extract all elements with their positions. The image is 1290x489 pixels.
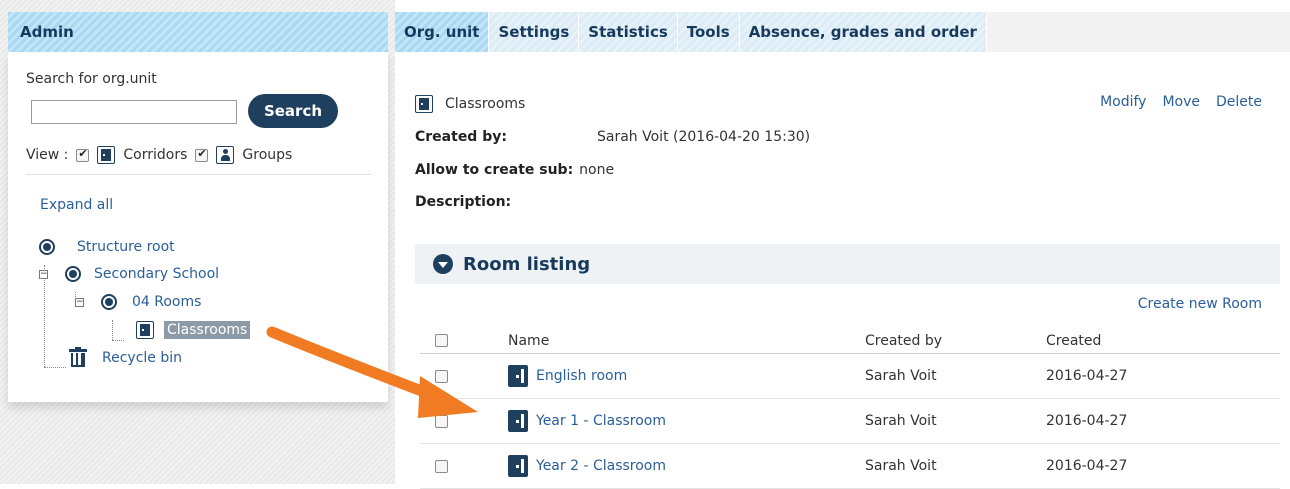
delete-link[interactable]: Delete — [1216, 94, 1262, 110]
row-checkbox[interactable] — [435, 414, 448, 428]
tree-item-label: Structure root — [77, 239, 175, 255]
tree-item-label: Recycle bin — [102, 350, 182, 366]
table-header: Name Created by Created — [420, 328, 1280, 354]
table-row: Year 1 - Classroom Sarah Voit 2016-04-27 — [420, 399, 1280, 444]
tree-item-04-rooms[interactable]: − 04 Rooms — [75, 294, 201, 310]
column-created[interactable]: Created — [1046, 328, 1101, 353]
description-row: Description: — [415, 194, 511, 210]
tab-statistics[interactable]: Statistics — [579, 12, 678, 52]
room-listing-header[interactable]: Room listing — [415, 244, 1280, 284]
create-new-room-link[interactable]: Create new Room — [1138, 296, 1262, 312]
door-icon — [136, 321, 154, 339]
tree-item-structure-root[interactable]: Structure root — [39, 239, 175, 255]
tree-item-classrooms[interactable]: Classrooms — [136, 321, 251, 339]
trash-icon — [69, 347, 87, 368]
search-button[interactable]: Search — [248, 94, 338, 128]
divider — [26, 174, 371, 175]
tab-tools[interactable]: Tools — [677, 12, 740, 52]
move-link[interactable]: Move — [1162, 94, 1200, 110]
node-icon — [65, 266, 81, 282]
unit-actions: Modify Move Delete — [1100, 94, 1262, 110]
column-name[interactable]: Name — [508, 328, 549, 353]
room-name-link[interactable]: Year 1 - Classroom — [536, 413, 666, 429]
tab-org-unit[interactable]: Org. unit — [395, 12, 490, 52]
door-icon — [508, 410, 528, 432]
room-created: 2016-04-27 — [1046, 458, 1128, 474]
tree-line — [112, 340, 124, 341]
tree-item-label-selected: Classrooms — [164, 321, 251, 339]
groups-checkbox[interactable] — [195, 147, 209, 162]
description-label: Description: — [415, 194, 512, 210]
door-icon — [97, 146, 116, 164]
door-icon — [415, 95, 433, 113]
modify-link[interactable]: Modify — [1100, 94, 1146, 110]
table-row: English room Sarah Voit 2016-04-27 — [420, 354, 1280, 399]
tree-item-secondary-school[interactable]: − Secondary School — [39, 266, 219, 282]
allow-sub-row: Allow to create sub: none — [415, 162, 614, 178]
chevron-down-icon[interactable] — [433, 254, 453, 274]
unit-name: Classrooms — [445, 96, 526, 112]
row-checkbox[interactable] — [435, 459, 448, 473]
tree-item-recycle-bin[interactable]: Recycle bin — [69, 347, 182, 368]
node-icon — [39, 239, 55, 255]
created-by-label: Created by: — [415, 129, 507, 145]
door-icon — [508, 455, 528, 477]
tree-line — [112, 320, 113, 340]
corridors-label: Corridors — [123, 147, 188, 163]
column-created-by[interactable]: Created by — [865, 328, 942, 353]
room-created: 2016-04-27 — [1046, 413, 1128, 429]
allow-sub-label: Allow to create sub: — [415, 162, 574, 178]
room-name-link[interactable]: English room — [536, 368, 627, 384]
collapse-icon[interactable]: − — [39, 269, 48, 279]
tab-absence-grades-order[interactable]: Absence, grades and order — [739, 12, 987, 52]
tab-settings[interactable]: Settings — [489, 12, 580, 52]
search-label: Search for org.unit — [26, 71, 157, 87]
room-listing-title: Room listing — [463, 253, 591, 275]
select-all-checkbox[interactable] — [435, 334, 448, 347]
admin-header: Admin — [8, 12, 388, 52]
room-created-by: Sarah Voit — [865, 368, 937, 384]
room-created: 2016-04-27 — [1046, 368, 1128, 384]
person-icon — [216, 146, 235, 164]
door-icon — [508, 365, 528, 387]
search-input[interactable] — [31, 100, 237, 124]
view-filter-row: View : Corridors Groups — [26, 144, 300, 166]
unit-title-row: Classrooms — [415, 95, 525, 113]
tree-line — [44, 367, 66, 368]
table-row: Year 2 - Classroom Sarah Voit 2016-04-27 — [420, 444, 1280, 489]
view-label: View : — [26, 147, 69, 163]
tree-item-label: Secondary School — [94, 266, 220, 282]
corridors-checkbox[interactable] — [76, 147, 90, 162]
admin-panel: Search for org.unit Search View : Corrid… — [8, 52, 388, 402]
room-created-by: Sarah Voit — [865, 413, 937, 429]
tab-bar: Org. unit Settings Statistics Tools Abse… — [395, 12, 987, 52]
node-icon — [101, 294, 117, 310]
created-by-value: Sarah Voit (2016-04-20 15:30) — [597, 129, 811, 145]
groups-label: Groups — [242, 147, 293, 163]
room-created-by: Sarah Voit — [865, 458, 937, 474]
room-table: Name Created by Created English room Sar… — [420, 328, 1280, 489]
created-by-row: Created by: Sarah Voit (2016-04-20 15:30) — [415, 129, 810, 145]
allow-sub-value: none — [579, 162, 615, 178]
row-checkbox[interactable] — [435, 369, 448, 383]
room-name-link[interactable]: Year 2 - Classroom — [536, 458, 666, 474]
expand-all-link[interactable]: Expand all — [40, 197, 113, 213]
tree-item-label: 04 Rooms — [132, 294, 202, 310]
collapse-icon[interactable]: − — [75, 297, 84, 307]
